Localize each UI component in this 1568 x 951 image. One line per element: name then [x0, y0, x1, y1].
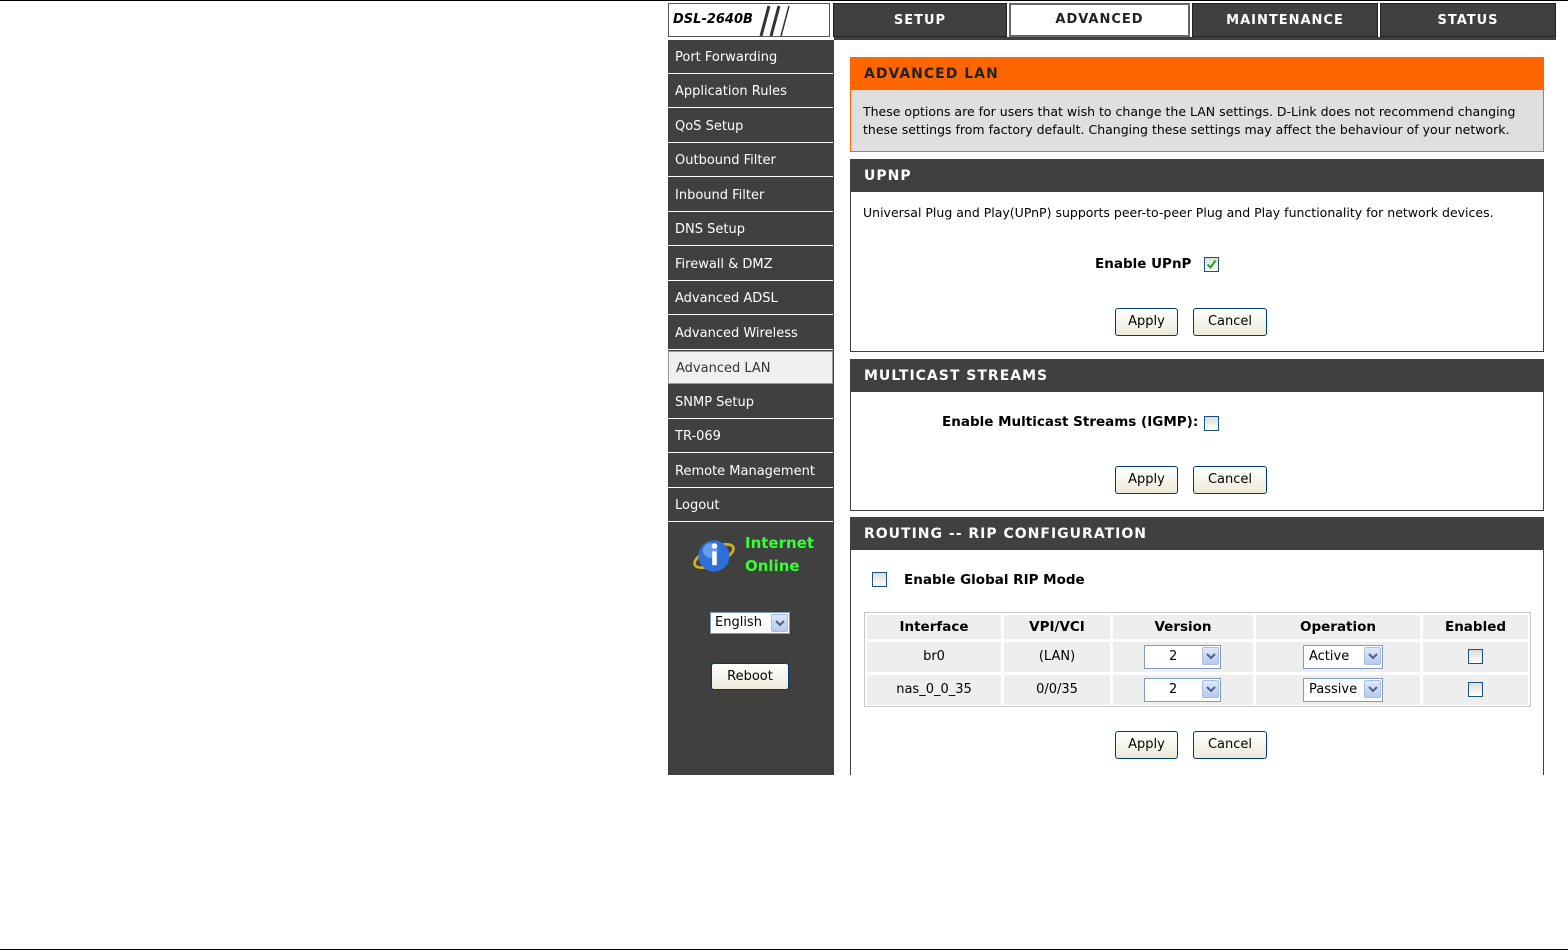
enable-multicast-label: Enable Multicast Streams (IGMP): [942, 414, 1199, 430]
chevron-down-icon[interactable] [771, 614, 788, 632]
top-navigation: DSL-2640B SETUP ADVANCED MAINTENANCE STA… [668, 3, 1556, 39]
enable-global-rip-label: Enable Global RIP Mode [904, 572, 1085, 588]
upnp-apply-button[interactable]: Apply [1115, 308, 1178, 336]
sidebar-item-tr-069[interactable]: TR-069 [668, 420, 833, 453]
rip-row-2-interface: nas_0_0_35 [867, 675, 1001, 705]
sidebar-item-logout[interactable]: Logout [668, 489, 833, 522]
internet-status: Internet Online [668, 522, 834, 582]
sidebar-item-remote-management[interactable]: Remote Management [668, 455, 833, 488]
chevron-down-icon[interactable] [1202, 680, 1219, 698]
advanced-lan-intro: ADVANCED LAN These options are for users… [850, 57, 1544, 152]
tab-status[interactable]: STATUS [1380, 3, 1556, 37]
top-navigation-underline [834, 37, 1556, 40]
language-select-value: English [715, 615, 762, 630]
sidebar-item-qos-setup[interactable]: QoS Setup [668, 110, 833, 143]
rip-row-2-enabled-checkbox[interactable] [1468, 682, 1483, 697]
rip-configuration-section: ROUTING -- RIP CONFIGURATION Enable Glob… [850, 517, 1544, 775]
column-header-vpi-vci: VPI/VCI [1004, 615, 1110, 639]
rip-row-1-operation-value: Active [1309, 649, 1350, 664]
internet-status-line1: Internet [745, 534, 815, 552]
multicast-section-title: MULTICAST STREAMS [851, 360, 1543, 392]
rip-table: Interface VPI/VCI Version Operation Enab… [864, 612, 1531, 707]
rip-row-1-enabled-cell [1423, 642, 1528, 672]
rip-row-1-enabled-checkbox[interactable] [1468, 649, 1483, 664]
checkmark-icon [1206, 259, 1217, 270]
multicast-cancel-button[interactable]: Cancel [1193, 466, 1267, 494]
sidebar-item-dns-setup[interactable]: DNS Setup [668, 213, 833, 246]
chevron-down-icon[interactable] [1364, 647, 1381, 665]
sidebar-item-snmp-setup[interactable]: SNMP Setup [668, 386, 833, 419]
rip-cancel-button[interactable]: Cancel [1193, 731, 1267, 759]
internet-status-text: Internet Online [745, 532, 814, 578]
sidebar-item-advanced-lan[interactable]: Advanced LAN [668, 351, 833, 384]
rip-row-2-operation-cell: Passive [1256, 675, 1420, 705]
sidebar-item-advanced-adsl[interactable]: Advanced ADSL [668, 282, 833, 315]
rip-row-2-vpi-vci: 0/0/35 [1004, 675, 1110, 705]
tab-advanced[interactable]: ADVANCED [1009, 3, 1190, 37]
column-header-operation: Operation [1256, 615, 1420, 639]
multicast-streams-section: MULTICAST STREAMS Enable Multicast Strea… [850, 359, 1544, 511]
upnp-section: UPNP Universal Plug and Play(UPnP) suppo… [850, 159, 1544, 352]
rip-row-1-version-value: 2 [1169, 649, 1178, 664]
rip-section-title: ROUTING -- RIP CONFIGURATION [851, 518, 1543, 550]
rip-row-1-vpi-vci: (LAN) [1004, 642, 1110, 672]
intro-description: These options are for users that wish to… [851, 90, 1543, 149]
enable-multicast-checkbox[interactable] [1204, 416, 1219, 431]
multicast-apply-button[interactable]: Apply [1115, 466, 1178, 494]
chevron-down-icon[interactable] [1202, 647, 1219, 665]
rip-row-2-version-cell: 2 [1113, 675, 1253, 705]
upnp-cancel-button[interactable]: Cancel [1193, 308, 1267, 336]
sidebar-item-application-rules[interactable]: Application Rules [668, 75, 833, 108]
sidebar-item-inbound-filter[interactable]: Inbound Filter [668, 179, 833, 212]
column-header-version: Version [1113, 615, 1253, 639]
rip-row-2-enabled-cell [1423, 675, 1528, 705]
enable-upnp-label: Enable UPnP [1095, 256, 1192, 272]
enable-global-rip-checkbox[interactable] [872, 572, 887, 587]
rip-row-2-version-select[interactable]: 2 [1144, 678, 1221, 702]
rip-row-1-interface: br0 [867, 642, 1001, 672]
rip-row-2-version-value: 2 [1169, 682, 1178, 697]
upnp-description: Universal Plug and Play(UPnP) supports p… [863, 205, 1494, 220]
rip-row-1-version-cell: 2 [1113, 642, 1253, 672]
rip-row-1-version-select[interactable]: 2 [1144, 645, 1221, 669]
device-model-logo: DSL-2640B [668, 3, 830, 37]
rip-row-2-operation-select[interactable]: Passive [1303, 678, 1383, 702]
rip-apply-button[interactable]: Apply [1115, 731, 1178, 759]
tab-setup[interactable]: SETUP [833, 3, 1007, 37]
device-model-name: DSL-2640B [673, 12, 753, 27]
page-top-rule [0, 0, 1568, 1]
intro-description-line2: these settings from factory default. Cha… [863, 122, 1510, 137]
slashes-decoration-icon [759, 5, 790, 36]
page-bottom-rule [0, 949, 1568, 950]
rip-row-1-operation-cell: Active [1256, 642, 1420, 672]
sidebar-item-advanced-wireless[interactable]: Advanced Wireless [668, 317, 833, 350]
language-select[interactable]: English [710, 612, 790, 634]
enable-upnp-checkbox[interactable] [1204, 257, 1219, 272]
reboot-button[interactable]: Reboot [711, 663, 789, 690]
intro-description-line1: These options are for users that wish to… [863, 104, 1516, 119]
sidebar-item-port-forwarding[interactable]: Port Forwarding [668, 41, 833, 74]
upnp-section-title: UPNP [851, 160, 1543, 192]
internet-status-line2: Online [745, 557, 800, 575]
column-header-interface: Interface [867, 615, 1001, 639]
sidebar-item-firewall-dmz[interactable]: Firewall & DMZ [668, 248, 833, 281]
column-header-enabled: Enabled [1423, 615, 1528, 639]
sidebar-item-outbound-filter[interactable]: Outbound Filter [668, 144, 833, 177]
rip-row-1-operation-select[interactable]: Active [1303, 645, 1383, 669]
rip-row-2-operation-value: Passive [1309, 682, 1358, 697]
tab-maintenance[interactable]: MAINTENANCE [1192, 3, 1378, 37]
sidebar: Port Forwarding Application Rules QoS Se… [668, 40, 834, 775]
page-title: ADVANCED LAN [851, 58, 1543, 90]
chevron-down-icon[interactable] [1364, 680, 1381, 698]
info-globe-icon [693, 540, 735, 572]
